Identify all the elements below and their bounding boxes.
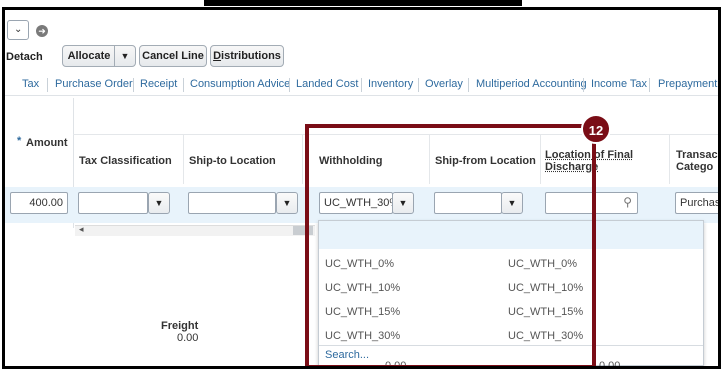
tab-income-tax[interactable]: Income Tax <box>591 78 647 90</box>
column-header-tax-classification[interactable]: Tax Classification <box>79 155 172 167</box>
column-header-transaction-category[interactable]: Transac Catego <box>676 149 718 173</box>
tab-overlay[interactable]: Overlay <box>425 78 463 90</box>
tab-bar: Tax Purchase Order Receipt Consumption A… <box>5 72 718 96</box>
top-select[interactable]: ⌄ <box>7 20 29 40</box>
go-arrow-icon[interactable]: ➜ <box>36 25 48 37</box>
detach-label[interactable]: Detach <box>6 51 43 63</box>
column-header-amount[interactable]: Amount <box>26 137 68 149</box>
column-header-ship-to-location[interactable]: Ship-to Location <box>189 155 276 167</box>
allocate-button[interactable]: Allocate ▼ <box>62 45 136 67</box>
tab-tax[interactable]: Tax <box>22 78 39 90</box>
horizontal-scrollbar[interactable]: ◂ <box>75 224 315 236</box>
window-top-bar <box>204 0 522 6</box>
tab-multiperiod-accounting[interactable]: Multiperiod Accounting <box>476 78 587 90</box>
callout-highlight-box <box>305 124 596 366</box>
ship-to-location-field[interactable] <box>188 192 276 214</box>
tab-landed-cost[interactable]: Landed Cost <box>296 78 358 90</box>
tab-inventory[interactable]: Inventory <box>368 78 413 90</box>
step-badge: 12 <box>581 114 611 144</box>
dropdown-arrow-icon[interactable]: ▼ <box>115 46 135 66</box>
search-icon[interactable]: ⚲ <box>623 195 632 209</box>
dropdown-arrow-icon[interactable]: ▼ <box>276 192 298 214</box>
dropdown-arrow-icon[interactable]: ▼ <box>148 192 170 214</box>
amount-field[interactable]: 400.00 <box>10 192 68 214</box>
screenshot-frame: ⌄ ➜ Detach Allocate ▼ Cancel Line Distri… <box>2 7 721 369</box>
freight-value: 0.00 <box>177 332 199 344</box>
tab-receipt[interactable]: Receipt <box>140 78 177 90</box>
tab-consumption-advice[interactable]: Consumption Advice <box>190 78 290 90</box>
freight-label: Freight <box>161 320 199 332</box>
chevron-down-icon: ⌄ <box>14 24 23 35</box>
tax-classification-field[interactable] <box>78 192 148 214</box>
scroll-left-icon[interactable]: ◂ <box>79 224 84 235</box>
tab-prepayment[interactable]: Prepayment <box>658 78 717 90</box>
total-value: 0.00 <box>599 360 621 369</box>
distributions-button[interactable]: Distributions <box>210 45 284 67</box>
tab-purchase-order[interactable]: Purchase Order <box>55 78 133 90</box>
cancel-line-button[interactable]: Cancel Line <box>139 45 207 67</box>
transaction-category-field[interactable]: Purchas <box>675 192 718 214</box>
